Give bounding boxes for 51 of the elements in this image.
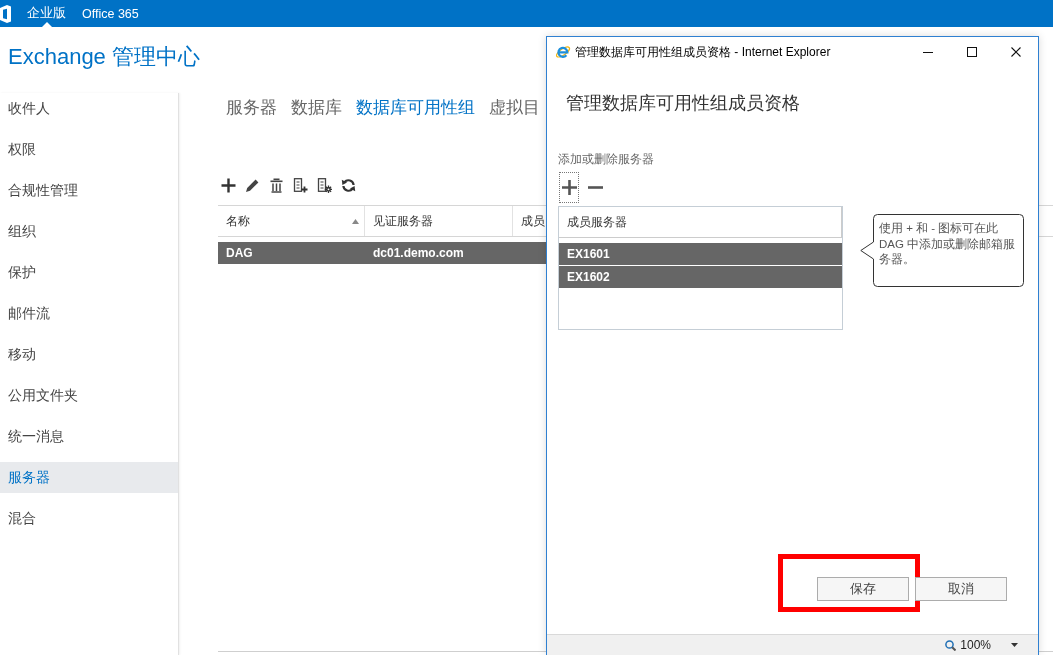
- tab[interactable]: 数据库: [291, 93, 342, 123]
- list-row[interactable]: EX1601: [559, 243, 842, 265]
- table-cell-text: dc01.demo.com: [372, 246, 465, 260]
- refresh-icon[interactable]: [341, 177, 356, 193]
- dialog-button[interactable]: 取消: [915, 577, 1007, 601]
- list-row[interactable]: EX1602: [559, 266, 842, 288]
- sort-up-icon: [352, 218, 359, 224]
- browser-logo-icon: [555, 44, 571, 60]
- document-plus-icon[interactable]: [293, 177, 308, 193]
- selection-notch-icon: [41, 22, 52, 27]
- app-title: Exchange 管理中心: [8, 43, 200, 71]
- sidebar-item[interactable]: 保护: [0, 257, 178, 288]
- section-label: 添加或删除服务器: [558, 151, 655, 167]
- zoom-button[interactable]: 100%: [945, 638, 1018, 652]
- tab[interactable]: 虚拟目: [489, 93, 540, 123]
- close-icon: [1011, 47, 1021, 57]
- magnifier-icon: [945, 639, 957, 651]
- column-header[interactable]: 成员: [513, 206, 546, 236]
- sidebar-item[interactable]: 服务器: [0, 462, 178, 493]
- minus-icon: [587, 186, 603, 189]
- sidebar-item[interactable]: 合规性管理: [0, 175, 178, 206]
- sidebar-item[interactable]: 组织: [0, 216, 178, 247]
- dialog-heading: 管理数据库可用性组成员资格: [566, 92, 801, 115]
- table-cell-text: DAG: [225, 246, 254, 260]
- column-header[interactable]: 见证服务器: [365, 206, 513, 236]
- plus-icon[interactable]: [221, 177, 236, 193]
- column-header[interactable]: 名称: [218, 206, 365, 236]
- maximize-icon: [967, 47, 977, 57]
- column-header: 成员服务器: [559, 207, 842, 238]
- tab[interactable]: 服务器: [226, 93, 277, 123]
- help-text: 使用 + 和 - 图标可在此 DAG 中添加或删除邮箱服务器。: [879, 221, 1017, 267]
- tab[interactable]: 数据库可用性组: [356, 93, 475, 123]
- sidebar-item[interactable]: 权限: [0, 134, 178, 165]
- dialog-button[interactable]: 保存: [817, 577, 909, 601]
- table-row[interactable]: DAG dc01.demo.com: [218, 242, 546, 264]
- add-button[interactable]: [559, 172, 579, 203]
- sidebar-item[interactable]: 统一消息: [0, 421, 178, 452]
- top-bar-link[interactable]: 企业版: [27, 0, 66, 27]
- sidebar-item[interactable]: 混合: [0, 503, 178, 534]
- window-title: 管理数据库可用性组成员资格 - Internet Explorer: [575, 43, 832, 61]
- sidebar-item[interactable]: 收件人: [0, 93, 178, 124]
- document-gear-icon[interactable]: [317, 177, 332, 193]
- trash-icon[interactable]: [269, 177, 284, 193]
- plus-icon: [561, 180, 577, 195]
- sidebar-item[interactable]: 移动: [0, 339, 178, 370]
- sidebar-item[interactable]: 公用文件夹: [0, 380, 178, 411]
- pencil-icon[interactable]: [245, 177, 260, 193]
- minimize-icon: [923, 51, 933, 53]
- top-bar-link[interactable]: Office 365: [82, 0, 139, 27]
- sidebar-item[interactable]: 邮件流: [0, 298, 178, 329]
- caret-icon: [1011, 643, 1018, 647]
